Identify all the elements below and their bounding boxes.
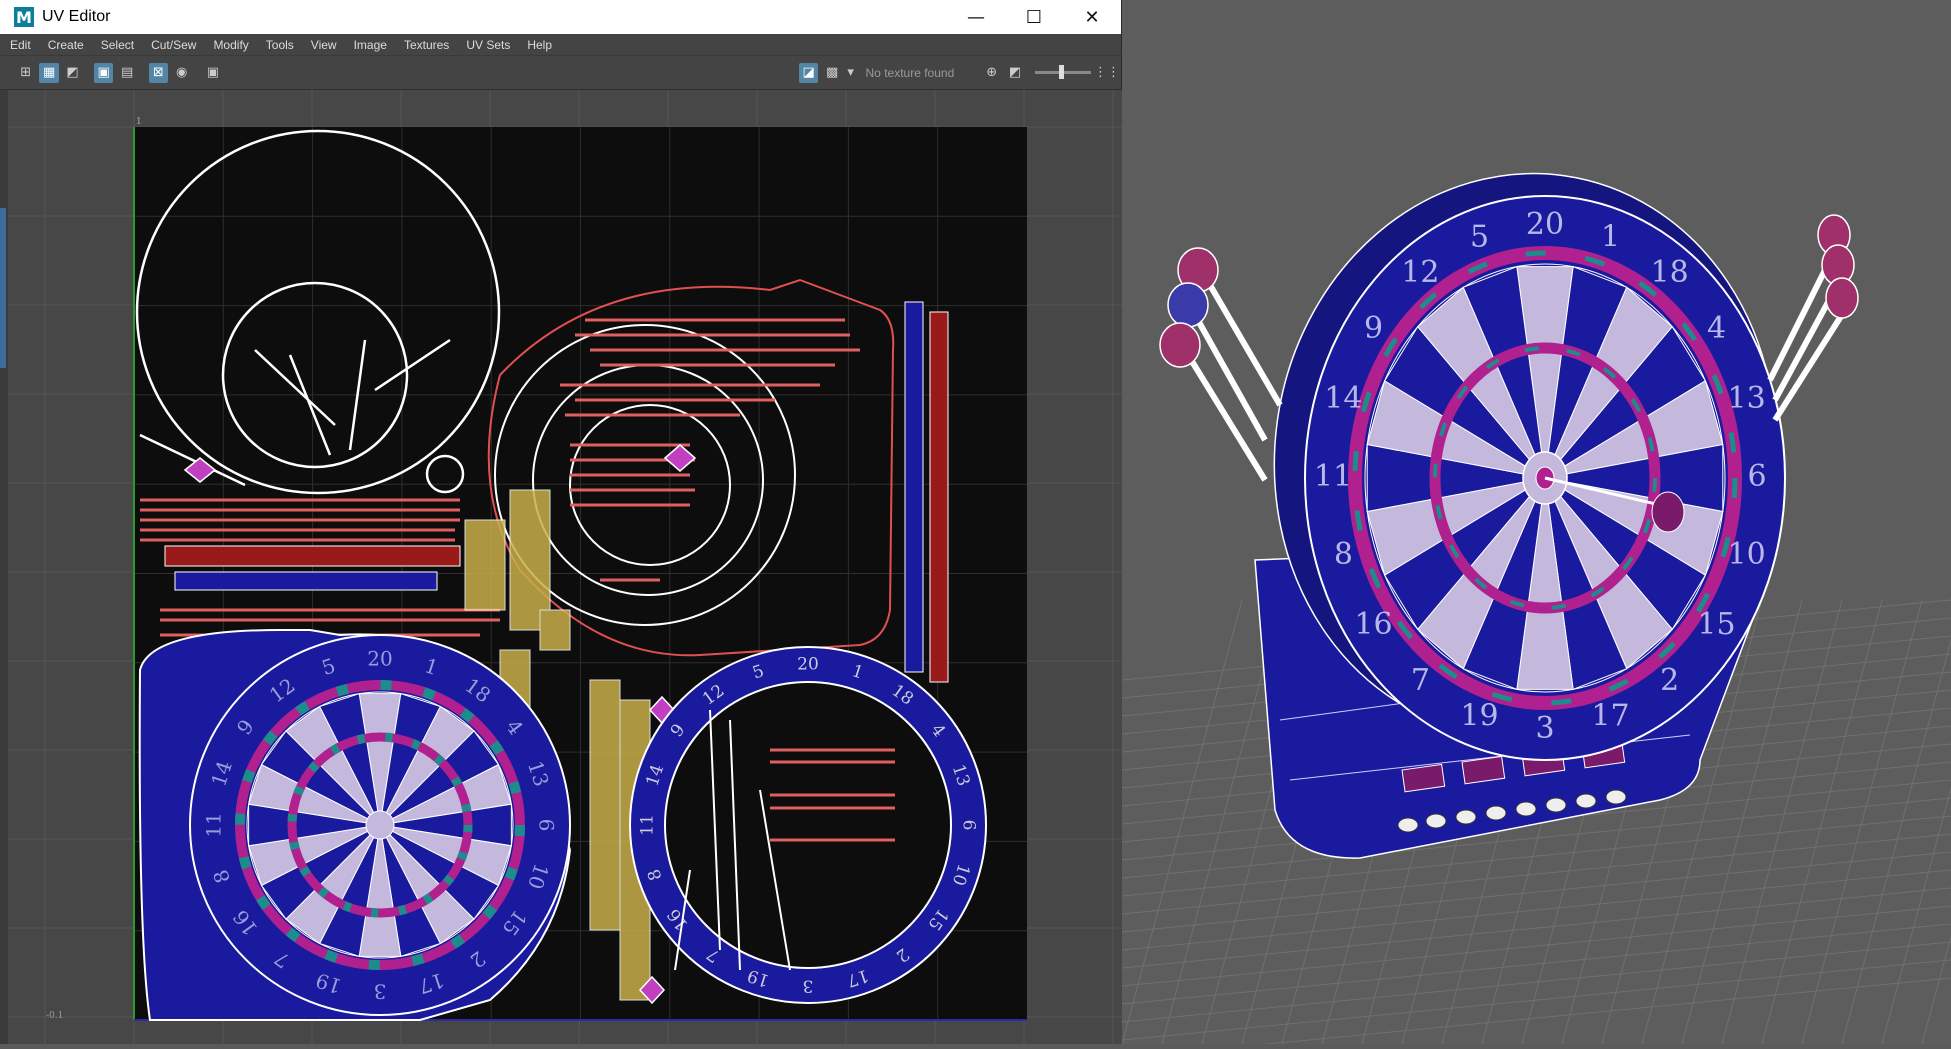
texture-status: No texture found: [865, 65, 955, 80]
menu-textures[interactable]: Textures: [404, 38, 449, 52]
uv-editor-window: M UV Editor — ☐ ✕ Edit Create Select Cut…: [0, 0, 1122, 1044]
board-number-label: 14: [1324, 381, 1362, 416]
tick-label-top: 1: [136, 117, 142, 127]
board-number-label: 1: [1601, 219, 1620, 254]
image-icon[interactable]: ◩: [63, 63, 82, 83]
menu-create[interactable]: Create: [48, 38, 84, 52]
board-number-label: 13: [1728, 381, 1766, 416]
board-number-label: 20: [797, 655, 819, 675]
board-number-label: 5: [1470, 219, 1489, 254]
menu-uv-sets[interactable]: UV Sets: [466, 38, 510, 52]
uv-canvas-area[interactable]: 1 -0.1 20 1 18 4 13 6 10 15 2 17 3 19 7 …: [0, 90, 1122, 1044]
board-number-label: 12: [1401, 255, 1439, 290]
board-number-label: 7: [1411, 663, 1430, 698]
uv-strip-red: [929, 311, 949, 683]
board-number-label: 18: [1651, 255, 1689, 290]
checker-icon[interactable]: ▩: [822, 63, 841, 83]
board-number-label: 9: [1364, 311, 1383, 346]
minimize-button[interactable]: —: [947, 0, 1005, 34]
display-image-icon[interactable]: ◪: [799, 62, 819, 83]
board-number-label: 6: [535, 819, 559, 832]
menu-image[interactable]: Image: [354, 38, 387, 52]
dropdown-icon[interactable]: ▾: [846, 63, 856, 83]
title-bar[interactable]: M UV Editor — ☐ ✕: [0, 0, 1121, 34]
board-number-label: 20: [1526, 207, 1564, 242]
maya-app-icon: M: [14, 7, 34, 27]
grid-icon[interactable]: ▣: [93, 62, 114, 83]
close-button[interactable]: ✕: [1063, 0, 1121, 34]
menu-help[interactable]: Help: [527, 38, 552, 52]
uv-strip-blue: [904, 301, 924, 673]
board-number-label: 19: [1460, 699, 1498, 734]
uv-number-ring: 20 11841361015217319716811149125: [629, 646, 987, 1004]
shaded-icon[interactable]: ◉: [172, 63, 191, 83]
snapshot-icon[interactable]: ▣: [203, 63, 222, 83]
board-number-label: 17: [1591, 699, 1629, 734]
isolate-icon[interactable]: ▦: [39, 62, 59, 83]
board-number-label: 3: [1535, 711, 1554, 746]
uv-strip-red-wide: [164, 545, 461, 567]
uv-strip-blue-wide: [174, 571, 438, 591]
board-number-label: 10: [1728, 537, 1766, 572]
menu-select[interactable]: Select: [101, 38, 134, 52]
board-number-label: 3: [803, 976, 814, 996]
filter-icon[interactable]: ⊕: [982, 63, 1001, 83]
more-icon[interactable]: ⋮⋮: [1094, 63, 1120, 83]
uv-toolbar: ⊞ ▦ ◩ ▣ ▤ ⊠ ◉ ▣ ◪ ▩ ▾ No texture found ⊕…: [0, 56, 1121, 90]
board-number-label: 6: [1747, 459, 1766, 494]
menu-cut-sew[interactable]: Cut/Sew: [151, 38, 196, 52]
board-number-label: 3: [374, 980, 387, 1004]
board-number-label: 16: [1354, 607, 1392, 642]
board-number-label: 20: [367, 647, 392, 671]
board-number-label: 4: [1707, 311, 1726, 346]
menu-edit[interactable]: Edit: [10, 38, 31, 52]
tick-label-origin: -0.1: [46, 1011, 63, 1021]
uv-dartboard-shell: 20 11841361015217319716811149125: [138, 629, 572, 1021]
exposure-slider[interactable]: [1034, 65, 1092, 79]
left-edge-strip: [0, 90, 8, 1044]
board-number-label: 15: [1697, 607, 1735, 642]
uv-shell-icon[interactable]: ⊞: [16, 63, 35, 83]
board-number-label: 6: [959, 820, 979, 831]
window-title: UV Editor: [42, 8, 111, 25]
uv-canvas: 1 -0.1 20 11841361015217319716811149125 …: [0, 90, 1122, 1044]
menu-view[interactable]: View: [311, 38, 337, 52]
menu-tools[interactable]: Tools: [266, 38, 294, 52]
image-ratio-icon[interactable]: ◩: [1005, 63, 1024, 83]
menu-modify[interactable]: Modify: [213, 38, 248, 52]
uv-grid-icon[interactable]: ▤: [117, 63, 136, 83]
texture-borders-icon[interactable]: ⊠: [148, 62, 168, 83]
maximize-button[interactable]: ☐: [1005, 0, 1063, 34]
board-number-label: 8: [1334, 537, 1353, 572]
board-number-label: 11: [1314, 459, 1352, 494]
board-number-label: 11: [202, 812, 226, 837]
menu-bar: Edit Create Select Cut/Sew Modify Tools …: [0, 34, 1121, 56]
board-number-label: 11: [638, 814, 658, 836]
board-number-label: 2: [1660, 663, 1679, 698]
dartboard-model: 20 1 18 413 6 10 15 2 17 3 19 7 168 11 149 12 5: [1254, 172, 1786, 859]
slider-thumb[interactable]: [1058, 65, 1064, 79]
